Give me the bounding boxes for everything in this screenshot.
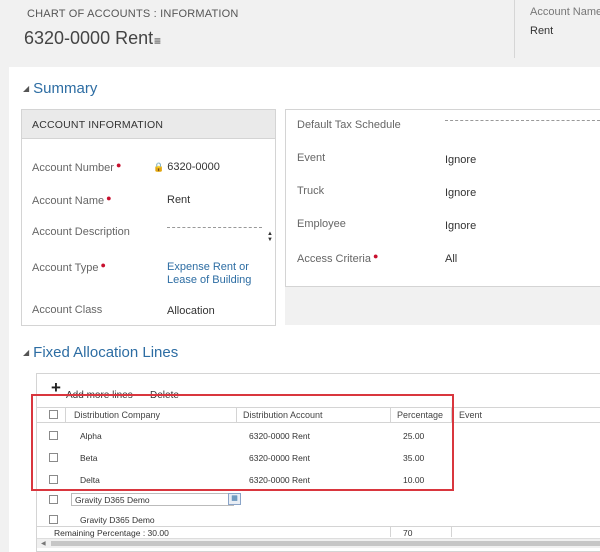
scroll-left-icon[interactable]: ◀ (41, 540, 46, 547)
scrollbar-thumb[interactable] (51, 541, 600, 546)
distribution-company-input[interactable]: Gravity D365 Demo (71, 493, 234, 506)
account-information-panel: ACCOUNT INFORMATION Account Number ● 🔒 632… (21, 109, 276, 326)
fixed-allocation-title: Fixed Allocation Lines (33, 344, 179, 361)
spinner-arrows-icon[interactable]: ▲ ▼ (267, 231, 273, 243)
required-asterisk: ● (106, 193, 112, 203)
required-asterisk: ● (115, 160, 122, 170)
list-menu-icon[interactable]: ≡ (154, 34, 161, 48)
required-asterisk: ● (100, 260, 106, 270)
row-company[interactable]: Gravity D365 Demo (80, 515, 155, 525)
account-number-field[interactable]: 🔒 6320-0000 (153, 161, 220, 173)
collapse-triangle-icon: ◢ (23, 84, 30, 93)
row-checkbox[interactable] (49, 515, 58, 524)
summary-title: Summary (33, 80, 98, 97)
employee-label: Employee (297, 218, 346, 230)
new-row-checkbox[interactable] (49, 495, 58, 504)
account-class-label: Account Class (32, 304, 103, 316)
header-account-name-value: Rent (530, 25, 554, 37)
column-divider (390, 527, 391, 537)
default-tax-schedule-label: Default Tax Schedule (297, 119, 401, 131)
account-information-heading: ACCOUNT INFORMATION (22, 110, 275, 139)
lookup-icon[interactable]: ▦ (228, 493, 241, 505)
form-header: CHART OF ACCOUNTS : INFORMATION 6320-000… (0, 0, 600, 66)
summary-section-toggle[interactable]: ◢ Summary (23, 80, 97, 97)
tax-dimensions-panel: Default Tax Schedule Event Ignore Truck … (285, 109, 600, 287)
account-class-field[interactable]: Allocation (167, 305, 215, 317)
collapse-triangle-icon: ◢ (23, 348, 30, 357)
required-asterisk: ● (372, 251, 379, 261)
fixed-allocation-section-toggle[interactable]: ◢ Fixed Allocation Lines (23, 344, 178, 361)
horizontal-scrollbar[interactable]: ◀ (37, 538, 600, 548)
lock-icon: 🔒 (153, 162, 165, 172)
event-field[interactable]: Ignore (445, 154, 476, 166)
account-name-label: Account Name ● (32, 193, 112, 207)
highlight-annotation (31, 394, 454, 491)
default-tax-schedule-field[interactable] (445, 120, 600, 121)
grid-footer-row: Remaining Percentage : 30.00 70 (37, 526, 600, 538)
account-type-label: Account Type ● (32, 260, 106, 274)
employee-field[interactable]: Ignore (445, 220, 476, 232)
column-header-event[interactable]: Event (459, 410, 482, 420)
truck-label: Truck (297, 185, 325, 197)
record-title: 6320-0000 Rent (24, 28, 154, 48)
header-account-name-label: Account Name (530, 6, 600, 18)
account-name-field[interactable]: Rent (167, 194, 190, 206)
account-type-link[interactable]: Expense Rent or Lease of Building (167, 261, 251, 287)
access-criteria-field[interactable]: All (445, 253, 457, 265)
header-divider (514, 0, 515, 58)
account-description-label: Account Description (32, 226, 130, 238)
account-description-field[interactable] (167, 227, 262, 228)
access-criteria-label: Access Criteria ● (297, 251, 379, 265)
percentage-total: 70 (403, 528, 413, 538)
account-number-label: Account Number ● (32, 160, 122, 174)
empty-panel-area (285, 287, 600, 325)
entity-label: CHART OF ACCOUNTS : INFORMATION (27, 8, 239, 20)
column-divider (451, 527, 452, 537)
event-label: Event (297, 152, 326, 164)
truck-field[interactable]: Ignore (445, 187, 476, 199)
remaining-percentage: Remaining Percentage : 30.00 (54, 528, 169, 538)
